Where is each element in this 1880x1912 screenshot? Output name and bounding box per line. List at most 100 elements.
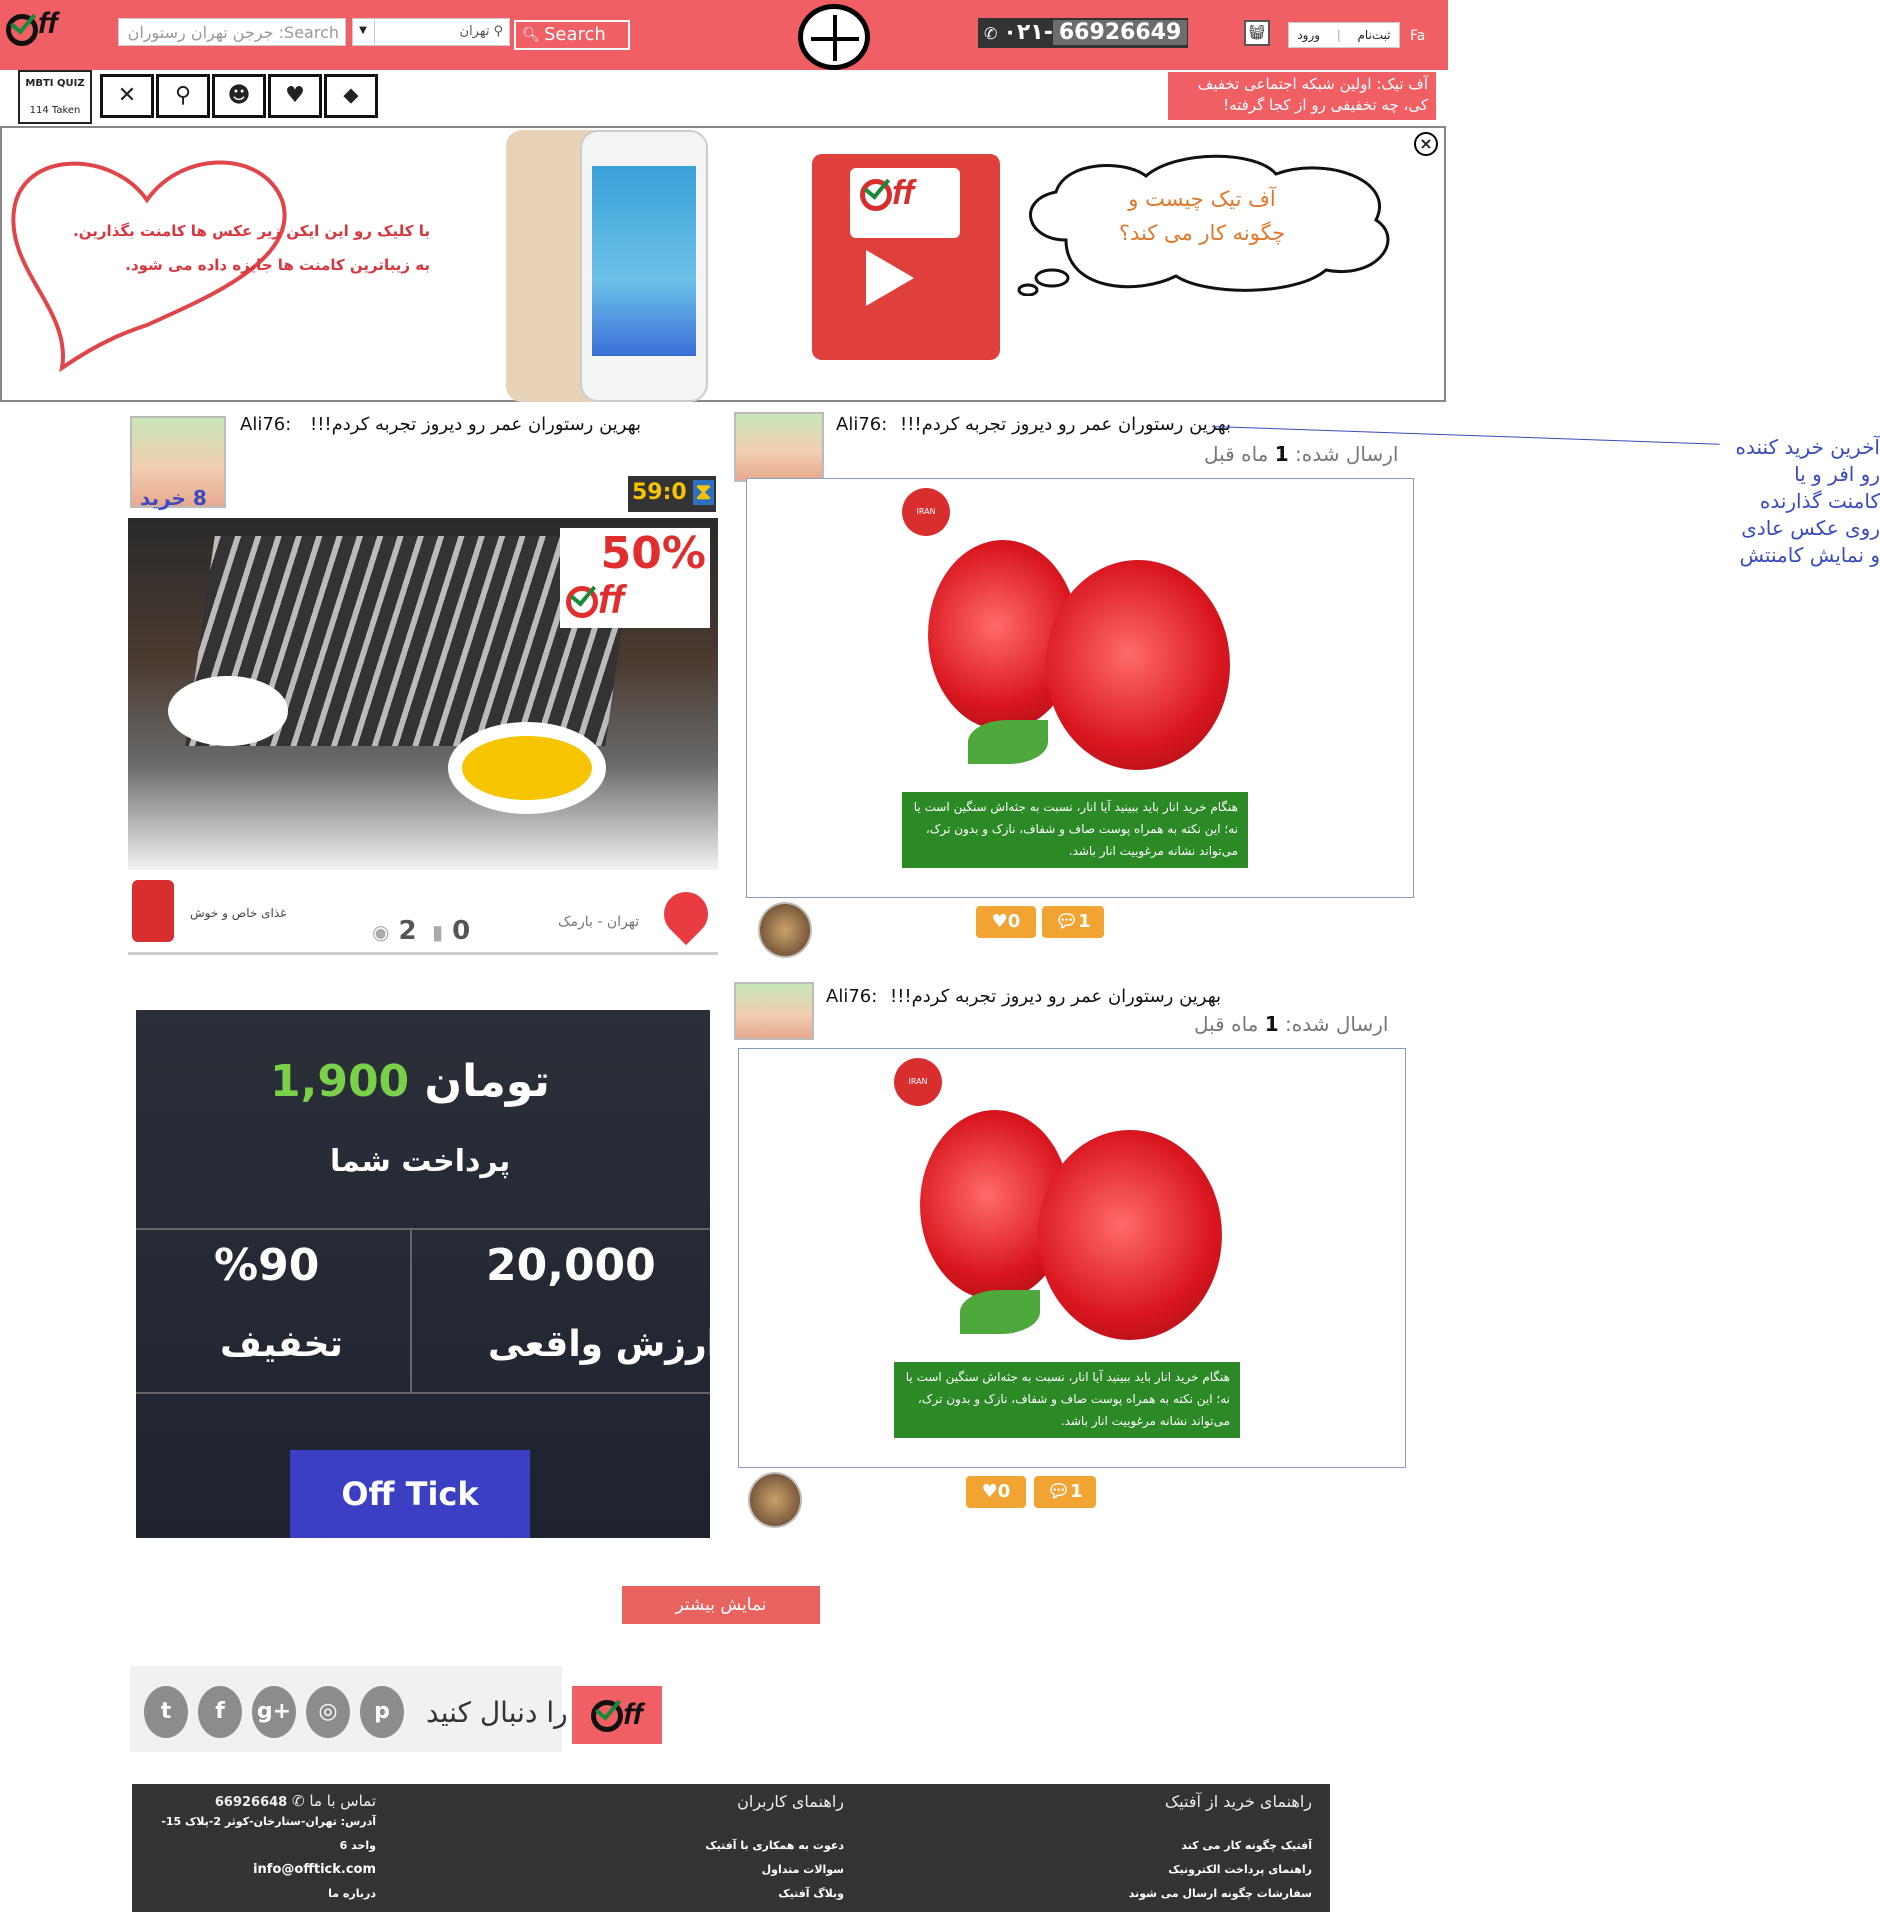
iphone-image	[506, 130, 708, 402]
footer-link[interactable]: دعوت به همکاری با آفتیک	[640, 1834, 844, 1858]
divider	[136, 1392, 710, 1394]
post-user[interactable]: Ali76:	[826, 986, 877, 1007]
brand-logo: IRAN FOODS	[902, 488, 950, 564]
heartbeat-icon[interactable]: ♥	[268, 74, 322, 118]
city-select[interactable]: ⚲تهران	[352, 18, 510, 46]
post-caption: هنگام خرید انار باید ببینید آیا انار، نس…	[902, 792, 1248, 868]
footer-link[interactable]: سفارشات چگونه ارسال می شوند	[1090, 1882, 1312, 1906]
footer-contact: تماس با ما ✆ 66926648 آدرس: تهران-ستارخا…	[140, 1792, 376, 1906]
facebook-icon[interactable]: f	[198, 1686, 242, 1738]
speech-icon: 💬︎	[1047, 1481, 1071, 1502]
hourglass-icon: ⧗	[692, 480, 715, 505]
footer-link[interactable]: سوالات متداول	[640, 1858, 844, 1882]
search-icon: 🔍︎	[522, 27, 540, 43]
add-post-button[interactable]	[798, 4, 870, 70]
rice-plate	[448, 722, 606, 814]
mbti-quiz-widget[interactable]: MBTI QUIZ 114 Taken	[18, 70, 92, 124]
cloud-line-1: آف تیک چیست و	[1128, 187, 1276, 211]
views-count: ◉ 2	[372, 916, 417, 946]
divider	[410, 1228, 412, 1392]
restaurant-icon[interactable]: ✕	[100, 74, 154, 118]
heart-icon: ♥	[991, 911, 1008, 932]
cloud-line-2: چگونه کار می کند؟	[1118, 221, 1286, 245]
deal-timer: 59:0 ⧗	[628, 476, 716, 512]
side-note-line: و نمایش کامنتش	[1739, 543, 1880, 567]
heart-line-2: به زیباترین کامنت ها جایزه داده می شود.	[125, 256, 430, 274]
real-value: 20,000	[486, 1240, 656, 1291]
video-play-icon[interactable]: ff	[812, 154, 1000, 360]
footer-phone[interactable]: 66926648	[215, 1795, 287, 1810]
close-icon[interactable]: ×	[1414, 132, 1438, 156]
eye-icon: ◉	[372, 920, 390, 944]
like-button[interactable]: ♥0	[966, 1476, 1026, 1508]
commenter-avatar[interactable]	[748, 1472, 802, 1528]
search-input[interactable]: Search: جرجن تهران رستوران	[118, 18, 346, 46]
show-more-button[interactable]: نمایش بیشتر	[622, 1586, 820, 1624]
pomegranate-image	[1046, 560, 1230, 770]
vendor-name: غذای خاص و خوش	[190, 906, 287, 920]
post-comment: بهرین رستوران عمر رو دیروز تجربه کردم!!!	[890, 986, 1222, 1007]
commenter-avatar[interactable]	[758, 902, 812, 958]
cart-icon[interactable]: 🧺︎	[1244, 20, 1270, 46]
vendor-logo[interactable]	[132, 880, 174, 942]
deal-discount: %90	[214, 1240, 320, 1291]
salad-plate	[168, 676, 288, 746]
comments-count: ▮ 0	[432, 916, 471, 946]
discount-label: تخفیف	[220, 1324, 343, 1365]
instagram-icon[interactable]: ◎	[306, 1686, 350, 1738]
footer-col2-links: دعوت به همکاری با آفتیک سوالات متداول وب…	[640, 1834, 844, 1906]
side-note-line: رو افر و یا	[1794, 462, 1880, 486]
twitter-icon[interactable]: t	[144, 1686, 188, 1738]
comment-button[interactable]: 💬︎1	[1042, 906, 1104, 938]
brand-logo: IRAN FOODS	[894, 1058, 942, 1134]
tagline: آف تیک: اولین شبکه اجتماعی تخفیف کی، چه …	[1168, 72, 1436, 120]
heart-icon: ♥	[981, 1481, 998, 1502]
theater-icon[interactable]: ☻	[212, 74, 266, 118]
post-time: ارسال شده: 1 ماه قبل	[1194, 1012, 1389, 1036]
location-pin-icon: ⚲	[493, 24, 503, 39]
footer-col1-title: راهنمای خرید از آفتیک	[1164, 1792, 1312, 1811]
offtick-logo: ff	[566, 578, 624, 623]
post-user[interactable]: Ali76:	[240, 414, 291, 435]
leaf-image	[968, 720, 1048, 764]
comment-button[interactable]: 💬︎1	[1034, 1476, 1096, 1508]
location-label: تهران - بارمک	[558, 914, 640, 930]
avatar[interactable]	[734, 412, 824, 482]
banner-cloud-text: آف تیک چیست و چگونه کار می کند؟	[1092, 182, 1312, 250]
like-button[interactable]: ♥0	[976, 906, 1036, 938]
post-user[interactable]: Ali76:	[836, 414, 887, 435]
follow-label: را دنبال کنید	[426, 1696, 568, 1729]
chevron-down-icon[interactable]: ▼	[352, 18, 375, 46]
footer-email[interactable]: info@offtick.com	[140, 1858, 376, 1882]
bike-icon[interactable]: ⚲	[156, 74, 210, 118]
avatar[interactable]	[734, 982, 814, 1040]
footer-link[interactable]: راهنمای پرداخت الکترونیک	[1090, 1858, 1312, 1882]
footer-about[interactable]: درباره ما	[140, 1882, 376, 1906]
phone-icon: ✆	[292, 1792, 305, 1810]
login-link[interactable]: ورود	[1297, 23, 1320, 47]
footer-logo[interactable]: ff	[572, 1686, 662, 1744]
footer-link[interactable]: وبلاگ آفتیک	[640, 1882, 844, 1906]
tag-icon[interactable]: ⬥	[324, 74, 378, 118]
language-switch[interactable]: Fa	[1410, 28, 1425, 44]
post-time: ارسال شده: 1 ماه قبل	[1204, 442, 1399, 466]
signup-link[interactable]: ثبت‌نام	[1357, 23, 1390, 47]
search-button[interactable]: 🔍︎ Search	[514, 20, 630, 50]
auth-box: ورود | ثبت‌نام	[1288, 22, 1400, 48]
logo[interactable]: ff	[6, 4, 78, 60]
googleplus-icon[interactable]: g+	[252, 1686, 296, 1738]
footer-col2-title: راهنمای کاربران	[737, 1792, 844, 1811]
offtick-buy-button[interactable]: Off Tick	[290, 1450, 530, 1538]
bought-count: 8 خرید	[140, 486, 207, 510]
phone-number: ✆ ۰۲۱- 66926649	[978, 18, 1188, 48]
banner-heart-text: با کلیک رو این ایکن زیر عکس ها کامنت بگذ…	[30, 214, 430, 282]
deal-price: 1,900 تومان	[270, 1056, 550, 1107]
mbti-label: MBTI QUIZ	[25, 78, 85, 89]
footer-link[interactable]: آفتیک چگونه کار می کند	[1090, 1834, 1312, 1858]
divider	[136, 1228, 710, 1230]
side-annotation: آخرین خرید کننده رو افر و یا کامنت گذارن…	[1700, 434, 1880, 569]
post-caption: هنگام خرید انار باید ببینید آیا انار، نس…	[894, 1362, 1240, 1438]
pay-label: پرداخت شما	[330, 1144, 511, 1179]
pinterest-icon[interactable]: p	[360, 1686, 404, 1738]
post-comment: بهرین رستوران عمر رو دیروز تجربه کردم!!!	[310, 414, 642, 435]
